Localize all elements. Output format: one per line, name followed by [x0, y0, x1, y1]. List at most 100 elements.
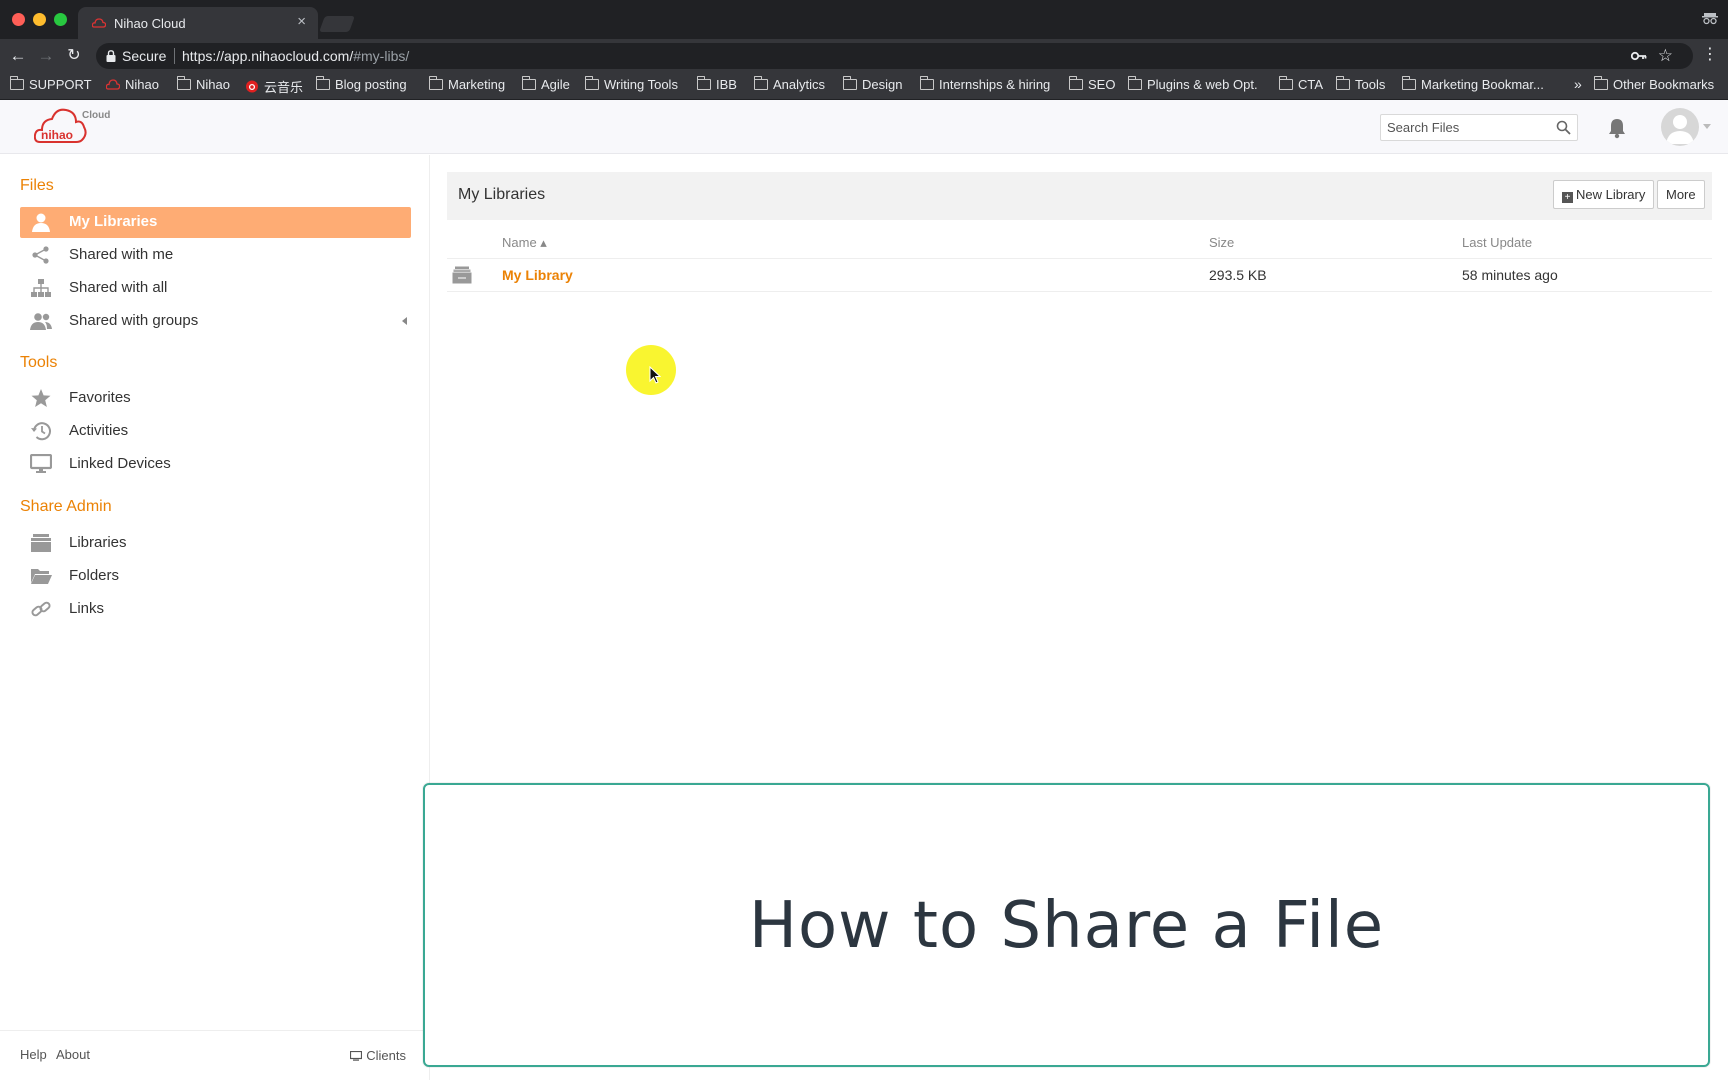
nihao-favicon [106, 79, 120, 90]
maximize-window-button[interactable] [54, 13, 67, 26]
sidebar-item-shared-with-all[interactable]: Shared with all [20, 273, 411, 304]
nihao-cloud-logo[interactable]: nihao Cloud [34, 106, 124, 146]
close-window-button[interactable] [12, 13, 25, 26]
sidebar-item-label: My Libraries [69, 213, 158, 230]
tab-title: Nihao Cloud [114, 16, 186, 31]
bookmark-item[interactable]: CTA [1278, 76, 1323, 92]
key-icon[interactable] [1631, 49, 1647, 63]
link-icon [31, 601, 51, 617]
page-title: My Libraries [458, 186, 546, 203]
bookmark-item[interactable]: Tools [1335, 76, 1385, 92]
minimize-window-button[interactable] [33, 13, 46, 26]
new-library-button[interactable]: + New Library [1553, 180, 1655, 209]
logo-subtext: Cloud [82, 110, 110, 121]
bookmark-item[interactable]: Nihao [176, 76, 230, 92]
folder-icon [1335, 76, 1350, 90]
logo-text: nihao [41, 128, 73, 142]
bookmark-item[interactable]: Blog posting [315, 76, 407, 92]
browser-toolbar: ← → ↻ Secure https://app.nihaocloud.com/… [0, 39, 1728, 73]
more-button[interactable]: More [1657, 180, 1705, 209]
app-header: nihao Cloud [0, 100, 1728, 154]
url-base: https://app.nihaocloud.com/ [182, 48, 354, 64]
monitor-icon [30, 454, 52, 473]
bookmark-item[interactable]: Plugins & web Opt. [1127, 76, 1258, 92]
bookmark-item[interactable]: Marketing Bookmar... [1401, 76, 1544, 92]
avatar-person-icon [1666, 115, 1694, 144]
new-tab-button[interactable] [319, 16, 355, 32]
sidebar-item-label: Libraries [69, 534, 127, 551]
bookmark-label: Nihao [125, 77, 159, 92]
folder-icon [1278, 76, 1293, 90]
folder-icon [842, 76, 857, 90]
sidebar-item-folders[interactable]: Folders [20, 561, 411, 592]
help-link[interactable]: Help [20, 1047, 47, 1062]
forward-arrow-icon[interactable]: → [36, 46, 56, 66]
table-row[interactable]: My Library 293.5 KB 58 minutes ago [447, 259, 1712, 292]
sidebar-item-linked-devices[interactable]: Linked Devices [20, 449, 411, 480]
bookmark-label: 云音乐 [264, 80, 304, 95]
folder-icon [1401, 76, 1416, 90]
clients-link[interactable]: Clients [350, 1048, 406, 1063]
sidebar-footer: Help About Clients [0, 1030, 430, 1080]
search-input[interactable] [1381, 115, 1551, 140]
sidebar-item-favorites[interactable]: Favorites [20, 383, 411, 414]
url-text[interactable]: https://app.nihaocloud.com/#my-libs/ [182, 48, 409, 64]
bookmark-label: Marketing [448, 77, 506, 92]
folder-icon [521, 76, 536, 90]
tab-close-icon[interactable]: × [297, 13, 306, 30]
search-box[interactable] [1380, 114, 1578, 141]
avatar-dropdown-caret-icon[interactable] [1703, 124, 1711, 129]
nihao-favicon-icon [92, 18, 106, 28]
bookmark-item[interactable]: Marketing [428, 76, 506, 92]
sidebar-item-libraries[interactable]: Libraries [20, 528, 411, 559]
address-bar[interactable]: Secure https://app.nihaocloud.com/#my-li… [96, 43, 1693, 69]
folder-icon [696, 76, 711, 90]
sidebar-item-links[interactable]: Links [20, 594, 411, 625]
mouse-cursor-icon [649, 366, 661, 384]
other-bookmarks[interactable]: Other Bookmarks [1593, 76, 1715, 92]
bookmark-item[interactable]: Agile [521, 76, 570, 92]
sidebar-item-label: Activities [69, 422, 129, 439]
bookmark-item[interactable]: IBB [696, 76, 737, 92]
bookmark-item[interactable]: 云音乐 [245, 77, 303, 96]
sidebar-item-label: Shared with me [69, 246, 174, 263]
sidebar-item-shared-with-me[interactable]: Shared with me [20, 240, 411, 271]
sidebar-item-activities[interactable]: Activities [20, 416, 411, 447]
history-icon [31, 422, 51, 441]
plus-icon: + [1562, 192, 1573, 203]
expand-caret-icon[interactable] [402, 317, 407, 325]
incognito-icon [1702, 13, 1718, 25]
bookmark-item[interactable]: Nihao [106, 77, 159, 92]
bookmark-star-icon[interactable]: ☆ [1658, 46, 1673, 66]
library-last-update: 58 minutes ago [1462, 267, 1558, 283]
sidebar-item-shared-with-groups[interactable]: Shared with groups [20, 306, 411, 337]
sidebar-item-my-libraries[interactable]: My Libraries [20, 207, 411, 238]
bookmarks-overflow-chevron[interactable]: » [1574, 76, 1582, 92]
browser-tab[interactable]: Nihao Cloud × [78, 7, 318, 39]
reload-icon[interactable]: ↻ [64, 46, 84, 66]
library-name-link[interactable]: My Library [502, 267, 573, 283]
notification-bell-icon[interactable] [1607, 117, 1627, 139]
bookmark-item[interactable]: SEO [1068, 76, 1115, 92]
search-icon[interactable] [1556, 120, 1571, 135]
about-link[interactable]: About [56, 1047, 90, 1062]
column-header-name[interactable]: Name ▴ [502, 235, 547, 251]
tools-heading: Tools [20, 354, 58, 371]
column-header-last-update[interactable]: Last Update [1462, 235, 1532, 250]
libraries-header: My Libraries + New Library More [447, 172, 1712, 220]
bookmark-item[interactable]: Design [842, 76, 902, 92]
column-header-size[interactable]: Size [1209, 235, 1234, 250]
bookmark-item[interactable]: Writing Tools [584, 76, 678, 92]
bookmark-item[interactable]: Internships & hiring [919, 76, 1050, 92]
back-arrow-icon[interactable]: ← [8, 46, 28, 66]
bookmark-item[interactable]: SUPPORT [9, 76, 92, 92]
other-bookmarks-label: Other Bookmarks [1613, 77, 1715, 92]
sidebar-item-label: Folders [69, 567, 120, 584]
tutorial-title-card: How to Share a File [423, 783, 1710, 1067]
user-avatar[interactable] [1661, 108, 1699, 146]
org-chart-icon [31, 279, 51, 297]
share-admin-heading: Share Admin [20, 498, 112, 515]
folder-icon [753, 76, 768, 90]
browser-menu-icon[interactable]: ⋮ [1702, 44, 1718, 64]
bookmark-item[interactable]: Analytics [753, 76, 825, 92]
